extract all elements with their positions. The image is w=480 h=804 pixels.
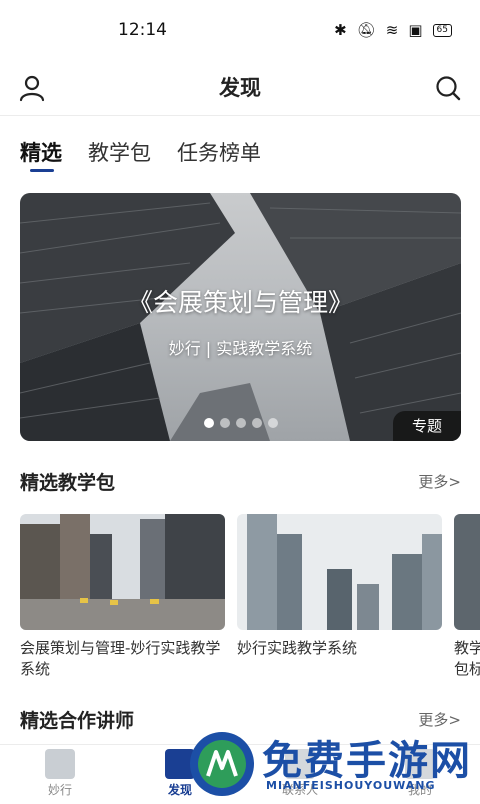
package-card[interactable]: 会展策划与管理-妙行实践教学系统 [20, 514, 225, 680]
checklist-icon [45, 749, 75, 779]
more-link[interactable]: 更多> [418, 709, 461, 730]
section-title: 精选合作讲师 [20, 710, 135, 732]
top-nav: 发现 [0, 60, 480, 116]
status-icons: ✱ 🔕︎ ≋ ▣ 65 [334, 21, 452, 39]
carousel-dot[interactable] [219, 418, 230, 428]
package-thumbnail [454, 514, 480, 630]
package-card[interactable]: 教学包标 [454, 514, 480, 680]
watermark-subtext: MIANFEISHOUYOUWANG [266, 779, 436, 792]
status-bar: 12:14 ✱ 🔕︎ ≋ ▣ 65 [0, 0, 480, 60]
sim-icon: ▣ [408, 21, 423, 39]
package-thumbnail [20, 514, 225, 630]
wifi-icon: ≋ [385, 21, 399, 39]
carousel-dot[interactable] [203, 418, 214, 428]
package-list: 会展策划与管理-妙行实践教学系统 妙行实践教学系统 教学包标 [20, 514, 480, 684]
tab-task-ranking[interactable]: 任务榜单 [177, 137, 261, 167]
featured-packages-header: 精选教学包 更多> [20, 468, 461, 496]
package-title: 会展策划与管理-妙行实践教学系统 [20, 639, 221, 678]
tab-featured[interactable]: 精选 [20, 137, 62, 172]
banner-carousel[interactable]: 《会展策划与管理》 妙行 | 实践教学系统 专题 [20, 193, 461, 441]
banner-title: 《会展策划与管理》 [127, 288, 353, 317]
carousel-dot[interactable] [251, 418, 262, 428]
package-thumbnail [237, 514, 442, 630]
tabbar-label: 妙行 [47, 783, 72, 797]
watermark-logo-icon [190, 732, 254, 796]
battery-icon: 65 [432, 23, 452, 37]
section-title: 精选教学包 [20, 472, 116, 494]
package-title: 教学包标 [454, 639, 480, 678]
tab-teaching-packages[interactable]: 教学包 [88, 137, 151, 167]
watermark-text: 免费手游网 [262, 738, 472, 784]
discover-tabs: 精选 教学包 任务榜单 [20, 137, 261, 172]
status-time: 12:14 [118, 20, 167, 40]
carousel-dot[interactable] [267, 418, 278, 428]
topic-badge: 专题 [393, 411, 461, 441]
mute-icon: 🔕︎ [356, 21, 376, 39]
package-card[interactable]: 妙行实践教学系统 [237, 514, 442, 659]
page-title: 发现 [219, 76, 261, 100]
bluetooth-icon: ✱ [334, 21, 347, 39]
banner-subtitle: 妙行 | 实践教学系统 [168, 339, 313, 358]
package-title: 妙行实践教学系统 [237, 639, 358, 657]
more-link[interactable]: 更多> [418, 471, 461, 492]
carousel-dot[interactable] [235, 418, 246, 428]
tabbar-item-miaoxing[interactable]: 妙行 [30, 749, 90, 798]
search-icon[interactable] [434, 74, 462, 102]
watermark: 免费手游网 MIANFEISHOUYOUWANG [186, 728, 480, 800]
